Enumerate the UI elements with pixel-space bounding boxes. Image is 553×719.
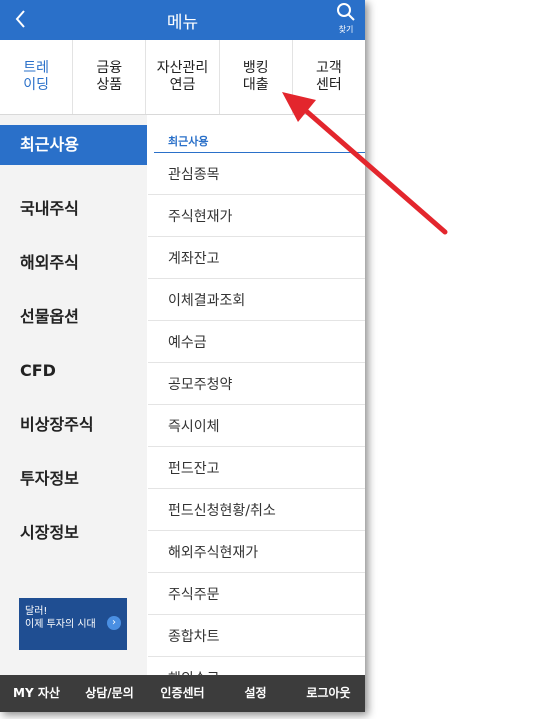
list-item[interactable]: 예수금 — [148, 321, 365, 363]
page-title: 메뉴 — [166, 13, 199, 33]
list-item[interactable]: 즉시이체 — [148, 405, 365, 447]
sidebar-item-cfd[interactable]: CFD — [0, 344, 147, 398]
bottom-consult[interactable]: 상담/문의 — [73, 675, 146, 712]
list-item[interactable]: 주식현재가 — [148, 195, 365, 237]
bottom-my-assets[interactable]: MY 자산 — [0, 675, 73, 712]
tab-customer-center[interactable]: 고객 센터 — [293, 40, 365, 114]
sidebar: 최근사용 국내주식 해외주식 선물옵션 CFD 비상장주식 투자정보 시장정보 … — [0, 115, 147, 675]
tab-trading[interactable]: 트레 이딩 — [0, 40, 74, 114]
sidebar-item-domestic-stocks[interactable]: 국내주식 — [0, 182, 147, 236]
tab-asset-pension[interactable]: 자산관리 연금 — [146, 40, 220, 114]
section-title: 최근사용 — [154, 115, 365, 153]
list-item[interactable]: 해외수료 — [148, 657, 365, 675]
menu-list: 최근사용 관심종목 주식현재가 계좌잔고 이체결과조회 예수금 공모주청약 즉시… — [148, 115, 365, 675]
sidebar-item-investment-info[interactable]: 투자정보 — [0, 452, 147, 506]
category-tabs: 트레 이딩 금융 상품 자산관리 연금 뱅킹 대출 고객 센터 — [0, 40, 365, 115]
bottom-bar: MY 자산 상담/문의 인증센터 설정 로그아웃 — [0, 675, 365, 712]
sidebar-item-futures-options[interactable]: 선물옵션 — [0, 290, 147, 344]
promo-banner[interactable]: 달러! 이제 투자의 시대 › — [19, 598, 127, 650]
bottom-certificate-center[interactable]: 인증센터 — [146, 675, 219, 712]
list-item[interactable]: 해외주식현재가 — [148, 531, 365, 573]
search-icon — [337, 3, 355, 21]
list-item[interactable]: 주식주문 — [148, 573, 365, 615]
list-item[interactable]: 종합차트 — [148, 615, 365, 657]
tab-financial-products[interactable]: 금융 상품 — [73, 40, 147, 114]
chevron-right-icon: › — [107, 616, 121, 630]
list-item[interactable]: 펀드신청현황/취소 — [148, 489, 365, 531]
bottom-settings[interactable]: 설정 — [219, 675, 292, 712]
bottom-logout[interactable]: 로그아웃 — [292, 675, 365, 712]
search-label: 찾기 — [338, 25, 354, 34]
list-item[interactable]: 이체결과조회 — [148, 279, 365, 321]
tab-banking-loan[interactable]: 뱅킹 대출 — [220, 40, 293, 114]
sidebar-item-unlisted-stocks[interactable]: 비상장주식 — [0, 398, 147, 452]
list-item[interactable]: 펀드잔고 — [148, 447, 365, 489]
search-button[interactable]: 찾기 — [335, 2, 357, 36]
list-item[interactable]: 관심종목 — [148, 153, 365, 195]
sidebar-item-market-info[interactable]: 시장정보 — [0, 506, 147, 560]
sidebar-item-recent[interactable]: 최근사용 — [0, 125, 147, 165]
list-item[interactable]: 계좌잔고 — [148, 237, 365, 279]
header-bar: 메뉴 찾기 — [0, 0, 365, 40]
list-item[interactable]: 공모주청약 — [148, 363, 365, 405]
sidebar-item-foreign-stocks[interactable]: 해외주식 — [0, 236, 147, 290]
app-window: 메뉴 찾기 트레 이딩 금융 상품 자산관리 연금 뱅킹 대출 고객 센터 최근… — [0, 0, 365, 712]
